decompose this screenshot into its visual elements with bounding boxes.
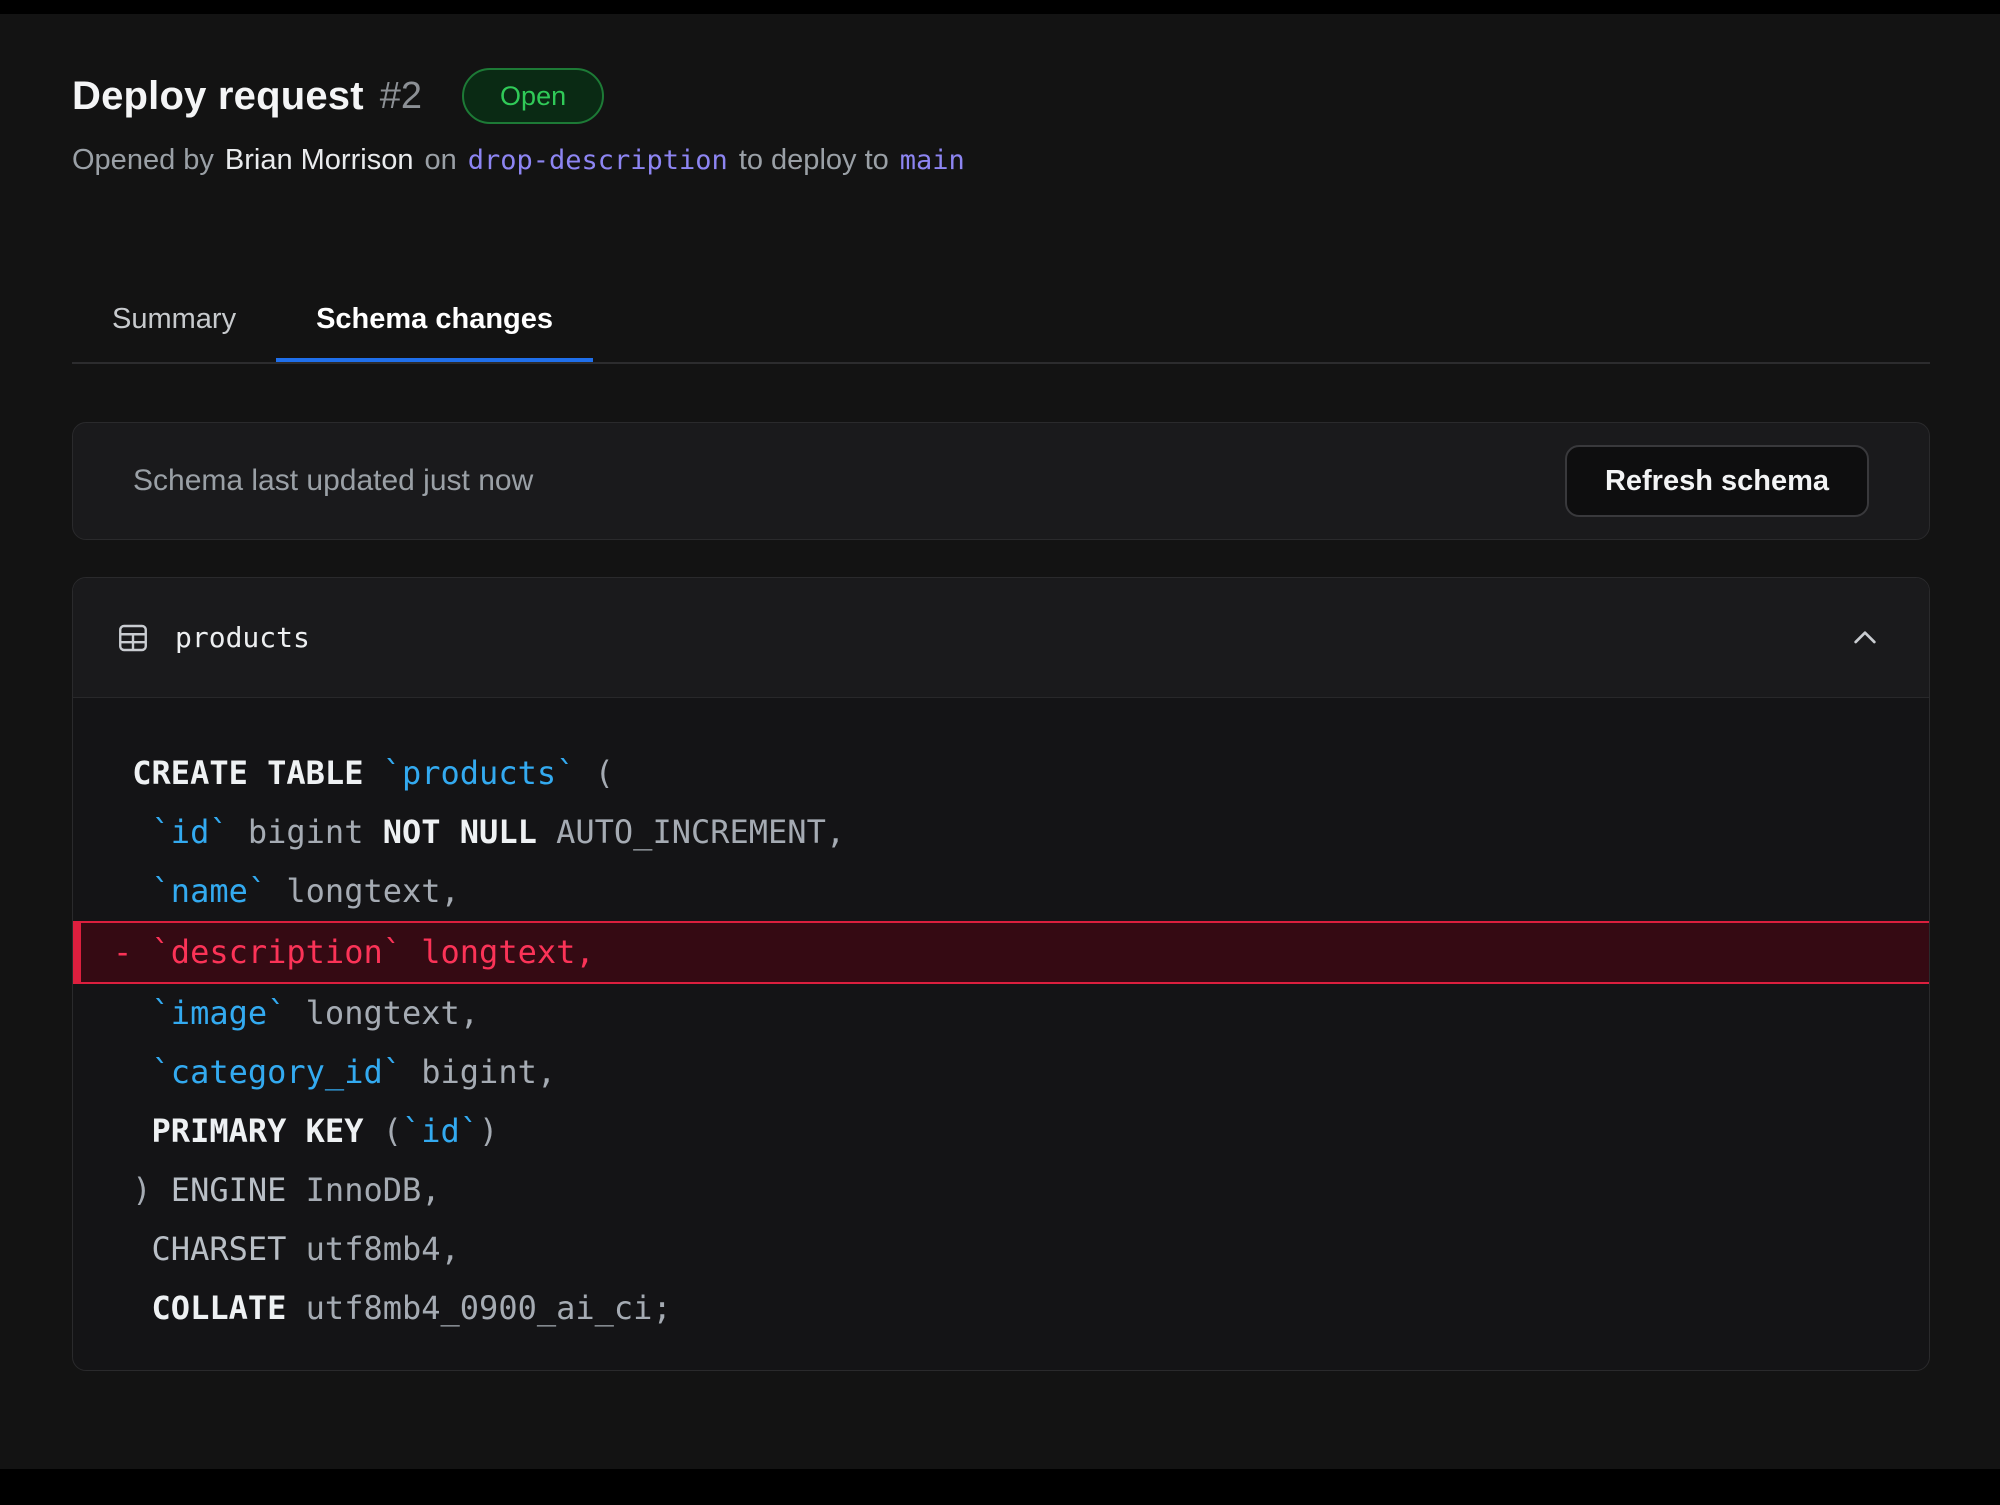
- table-icon: [115, 620, 151, 656]
- deploy-request-number: #2: [380, 75, 422, 118]
- status-badge: Open: [462, 68, 604, 124]
- tab-schema-changes[interactable]: Schema changes: [276, 303, 593, 362]
- code-line: CHARSET utf8mb4,: [73, 1220, 1929, 1279]
- code-line: PRIMARY KEY (`id`): [73, 1102, 1929, 1161]
- refresh-schema-button[interactable]: Refresh schema: [1565, 445, 1869, 517]
- code-line: `id` bigint NOT NULL AUTO_INCREMENT,: [73, 803, 1929, 862]
- source-branch-link[interactable]: drop-description: [468, 145, 728, 176]
- page-header: Deploy request #2 Open: [72, 68, 1930, 124]
- deploy-request-subtitle: Opened by Brian Morrison on drop-descrip…: [72, 144, 1930, 177]
- code-line-deleted: - `description` longtext,: [73, 921, 1929, 984]
- schema-status-bar: Schema last updated just now Refresh sch…: [72, 422, 1930, 540]
- table-card-header[interactable]: products: [73, 578, 1929, 698]
- code-line: `name` longtext,: [73, 862, 1929, 921]
- code-line: ) ENGINE InnoDB,: [73, 1161, 1929, 1220]
- deploy-request-page: Deploy request #2 Open Opened by Brian M…: [0, 14, 2000, 1469]
- schema-diff-card: products CREATE TABLE `products` ( `id` …: [72, 577, 1930, 1371]
- target-branch-link[interactable]: main: [900, 145, 965, 176]
- code-line: `category_id` bigint,: [73, 1043, 1929, 1102]
- page-title: Deploy request: [72, 74, 364, 119]
- author-name: Brian Morrison: [225, 144, 414, 177]
- tab-summary[interactable]: Summary: [72, 303, 276, 362]
- table-name: products: [175, 621, 310, 654]
- code-line: CREATE TABLE `products` (: [73, 744, 1929, 803]
- schema-status-text: Schema last updated just now: [133, 464, 533, 498]
- to-deploy-to-label: to deploy to: [739, 144, 889, 177]
- code-line: `image` longtext,: [73, 984, 1929, 1043]
- opened-by-label: Opened by: [72, 144, 214, 177]
- sql-code-block: CREATE TABLE `products` ( `id` bigint NO…: [73, 698, 1929, 1370]
- chevron-up-icon: [1849, 622, 1881, 654]
- on-label: on: [424, 144, 456, 177]
- collapse-table-button[interactable]: [1843, 616, 1887, 660]
- tab-bar: Summary Schema changes: [72, 303, 1930, 364]
- code-line: COLLATE utf8mb4_0900_ai_ci;: [73, 1279, 1929, 1338]
